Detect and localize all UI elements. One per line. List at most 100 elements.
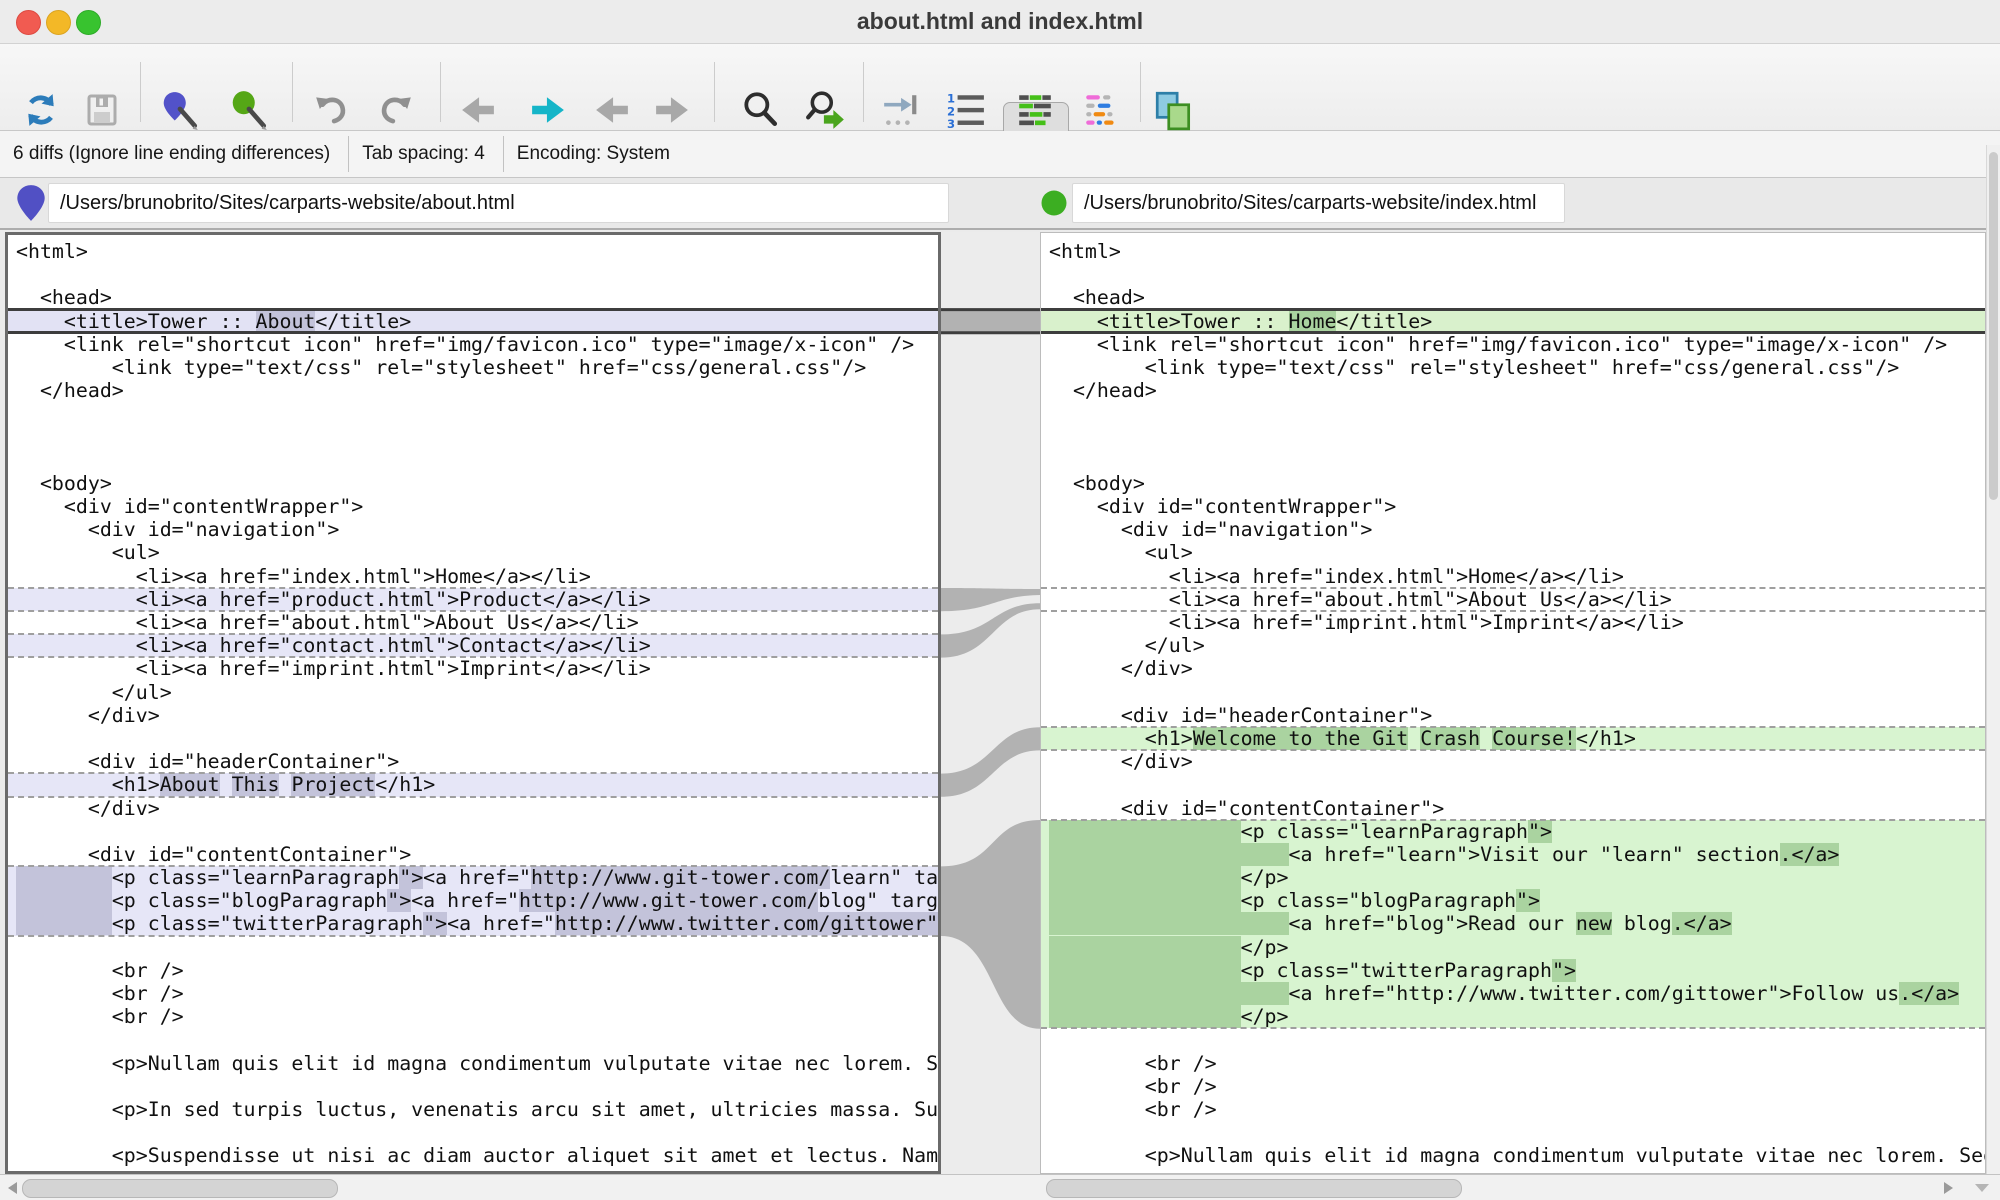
diff-connector[interactable] <box>941 820 1040 1029</box>
copy-blocks-button[interactable] <box>1152 86 1196 134</box>
code-line <box>1041 402 1985 425</box>
save-icon <box>84 92 120 128</box>
right-pane-hscroll-thumb[interactable] <box>1046 1179 1462 1198</box>
diff-connector[interactable] <box>941 727 1040 797</box>
left-file-path-field[interactable]: /Users/brunobrito/Sites/carparts-website… <box>48 183 949 223</box>
syntax-coloring-button[interactable] <box>1080 86 1124 134</box>
inline-highlight-button[interactable] <box>1013 86 1057 134</box>
next-diff-button[interactable] <box>526 86 570 134</box>
diff-tool-window: about.html and index.html <box>0 0 2000 1200</box>
code-line: </head> <box>1041 379 1985 402</box>
code-line: </head> <box>8 379 938 402</box>
code-line: <ul> <box>1041 541 1985 564</box>
search-next-button[interactable] <box>804 86 848 134</box>
previous-diff-button[interactable] <box>456 86 500 134</box>
code-line <box>8 727 938 750</box>
search-button[interactable] <box>738 86 782 134</box>
code-line: </div> <box>8 797 938 820</box>
search-next-icon <box>805 89 847 131</box>
code-line: <br /> <box>8 1005 938 1028</box>
code-line: <p>Nullam quis elit id magna condimentum… <box>8 1052 938 1075</box>
next-change-button[interactable] <box>650 86 694 134</box>
syntax-coloring-icon <box>1082 90 1122 130</box>
code-pane-left[interactable]: <html> <head> <title>Tower :: About</tit… <box>5 232 941 1174</box>
diff-connector[interactable] <box>941 603 1040 657</box>
right-file-path-field[interactable]: /Users/brunobrito/Sites/carparts-website… <box>1072 183 1565 223</box>
code-pane-right[interactable]: <html> <head> <title>Tower :: Home</titl… <box>1040 232 1986 1174</box>
toolbar: 1 2 3 <box>0 44 2000 131</box>
edit-right-button[interactable] <box>227 86 271 134</box>
toolbar-separator <box>863 62 864 122</box>
code-line: <p class="learnParagraph"><a href="http:… <box>8 866 938 889</box>
toolbar-separator <box>140 62 141 122</box>
left-pane-hscroll-thumb[interactable] <box>22 1179 338 1198</box>
horizontal-scrollbar <box>0 1174 2000 1200</box>
vertical-scrollbar[interactable] <box>1986 145 2000 1174</box>
code-line: <p>Nullam quis elit id magna condimentum… <box>1041 1144 1985 1167</box>
line-numbers-icon: 1 2 3 <box>946 91 986 129</box>
encoding-label[interactable]: Encoding: System <box>504 137 688 171</box>
code-lines: <html> <head> <title>Tower :: About</tit… <box>8 235 938 1168</box>
code-line: <head> <box>1041 286 1985 309</box>
code-line <box>8 820 938 843</box>
previous-change-button[interactable] <box>590 86 634 134</box>
code-line: <br /> <box>1041 1098 1985 1121</box>
toolbar-separator <box>292 62 293 122</box>
scroll-corner-icon <box>1975 1184 1989 1198</box>
line-numbers-button[interactable]: 1 2 3 <box>944 86 988 134</box>
svg-text:3: 3 <box>947 117 955 129</box>
undo-button[interactable] <box>310 86 354 134</box>
code-line: <div id="contentContainer"> <box>8 843 938 866</box>
code-line: <p>In sed turpis luctus, venenatis arcu … <box>8 1098 938 1121</box>
left-file-marker-icon <box>14 183 48 223</box>
redo-icon <box>376 91 414 129</box>
code-line: <li><a href="index.html">Home</a></li> <box>8 565 938 588</box>
code-line: <title>Tower :: About</title> <box>8 310 938 333</box>
code-line: <a href="learn">Visit our "learn" sectio… <box>1041 843 1985 866</box>
code-line: <li><a href="about.html">About Us</a></l… <box>1041 588 1985 611</box>
code-line: <link rel="shortcut icon" href="img/favi… <box>1041 333 1985 356</box>
code-line: <p class="blogParagraph"><a href="http:/… <box>8 889 938 912</box>
search-icon <box>740 90 780 130</box>
code-line: </p> <box>1041 1005 1985 1028</box>
status-bar: 6 diffs (Ignore line ending differences)… <box>0 131 2000 178</box>
refresh-button[interactable] <box>19 86 63 134</box>
inline-highlight-icon <box>1015 90 1055 130</box>
code-line <box>1041 773 1985 796</box>
code-line: <h1>About This Project</h1> <box>8 773 938 796</box>
go-to-line-button[interactable] <box>878 86 922 134</box>
code-line: <p class="twitterParagraph"> <box>1041 959 1985 982</box>
save-button[interactable] <box>80 86 124 134</box>
scroll-right-arrow[interactable] <box>1944 1182 1953 1194</box>
code-line <box>8 1121 938 1144</box>
code-line <box>8 263 938 286</box>
blue-marker-pencil-icon <box>159 89 201 131</box>
diff-gutter <box>941 232 1040 1174</box>
code-lines: <html> <head> <title>Tower :: Home</titl… <box>1041 233 1985 1168</box>
vscroll-thumb[interactable] <box>1989 152 1998 500</box>
code-line: <br /> <box>8 959 938 982</box>
code-line: </ul> <box>8 681 938 704</box>
code-line: <h1>Welcome to the Git Crash Course!</h1… <box>1041 727 1985 750</box>
toolbar-separator <box>1140 62 1141 122</box>
title-bar: about.html and index.html <box>0 0 2000 44</box>
redo-button[interactable] <box>373 86 417 134</box>
scroll-left-arrow[interactable] <box>8 1182 17 1194</box>
code-line: <body> <box>1041 472 1985 495</box>
code-line: <link type="text/css" rel="stylesheet" h… <box>8 356 938 379</box>
toolbar-separator <box>440 62 441 122</box>
code-line: <title>Tower :: Home</title> <box>1041 310 1985 333</box>
code-line: <html> <box>8 240 938 263</box>
window-title: about.html and index.html <box>0 0 2000 43</box>
code-line: <p class="learnParagraph"> <box>1041 820 1985 843</box>
arrow-left-icon <box>460 93 496 127</box>
code-line: <head> <box>8 286 938 309</box>
diff-connector-selected[interactable] <box>941 310 1040 333</box>
code-line <box>8 1028 938 1051</box>
code-line <box>8 402 938 425</box>
go-to-line-icon <box>881 91 919 129</box>
edit-left-button[interactable] <box>158 86 202 134</box>
tab-spacing-label[interactable]: Tab spacing: 4 <box>349 137 503 171</box>
code-line: </ul> <box>1041 634 1985 657</box>
code-line: <div id="headerContainer"> <box>1041 704 1985 727</box>
